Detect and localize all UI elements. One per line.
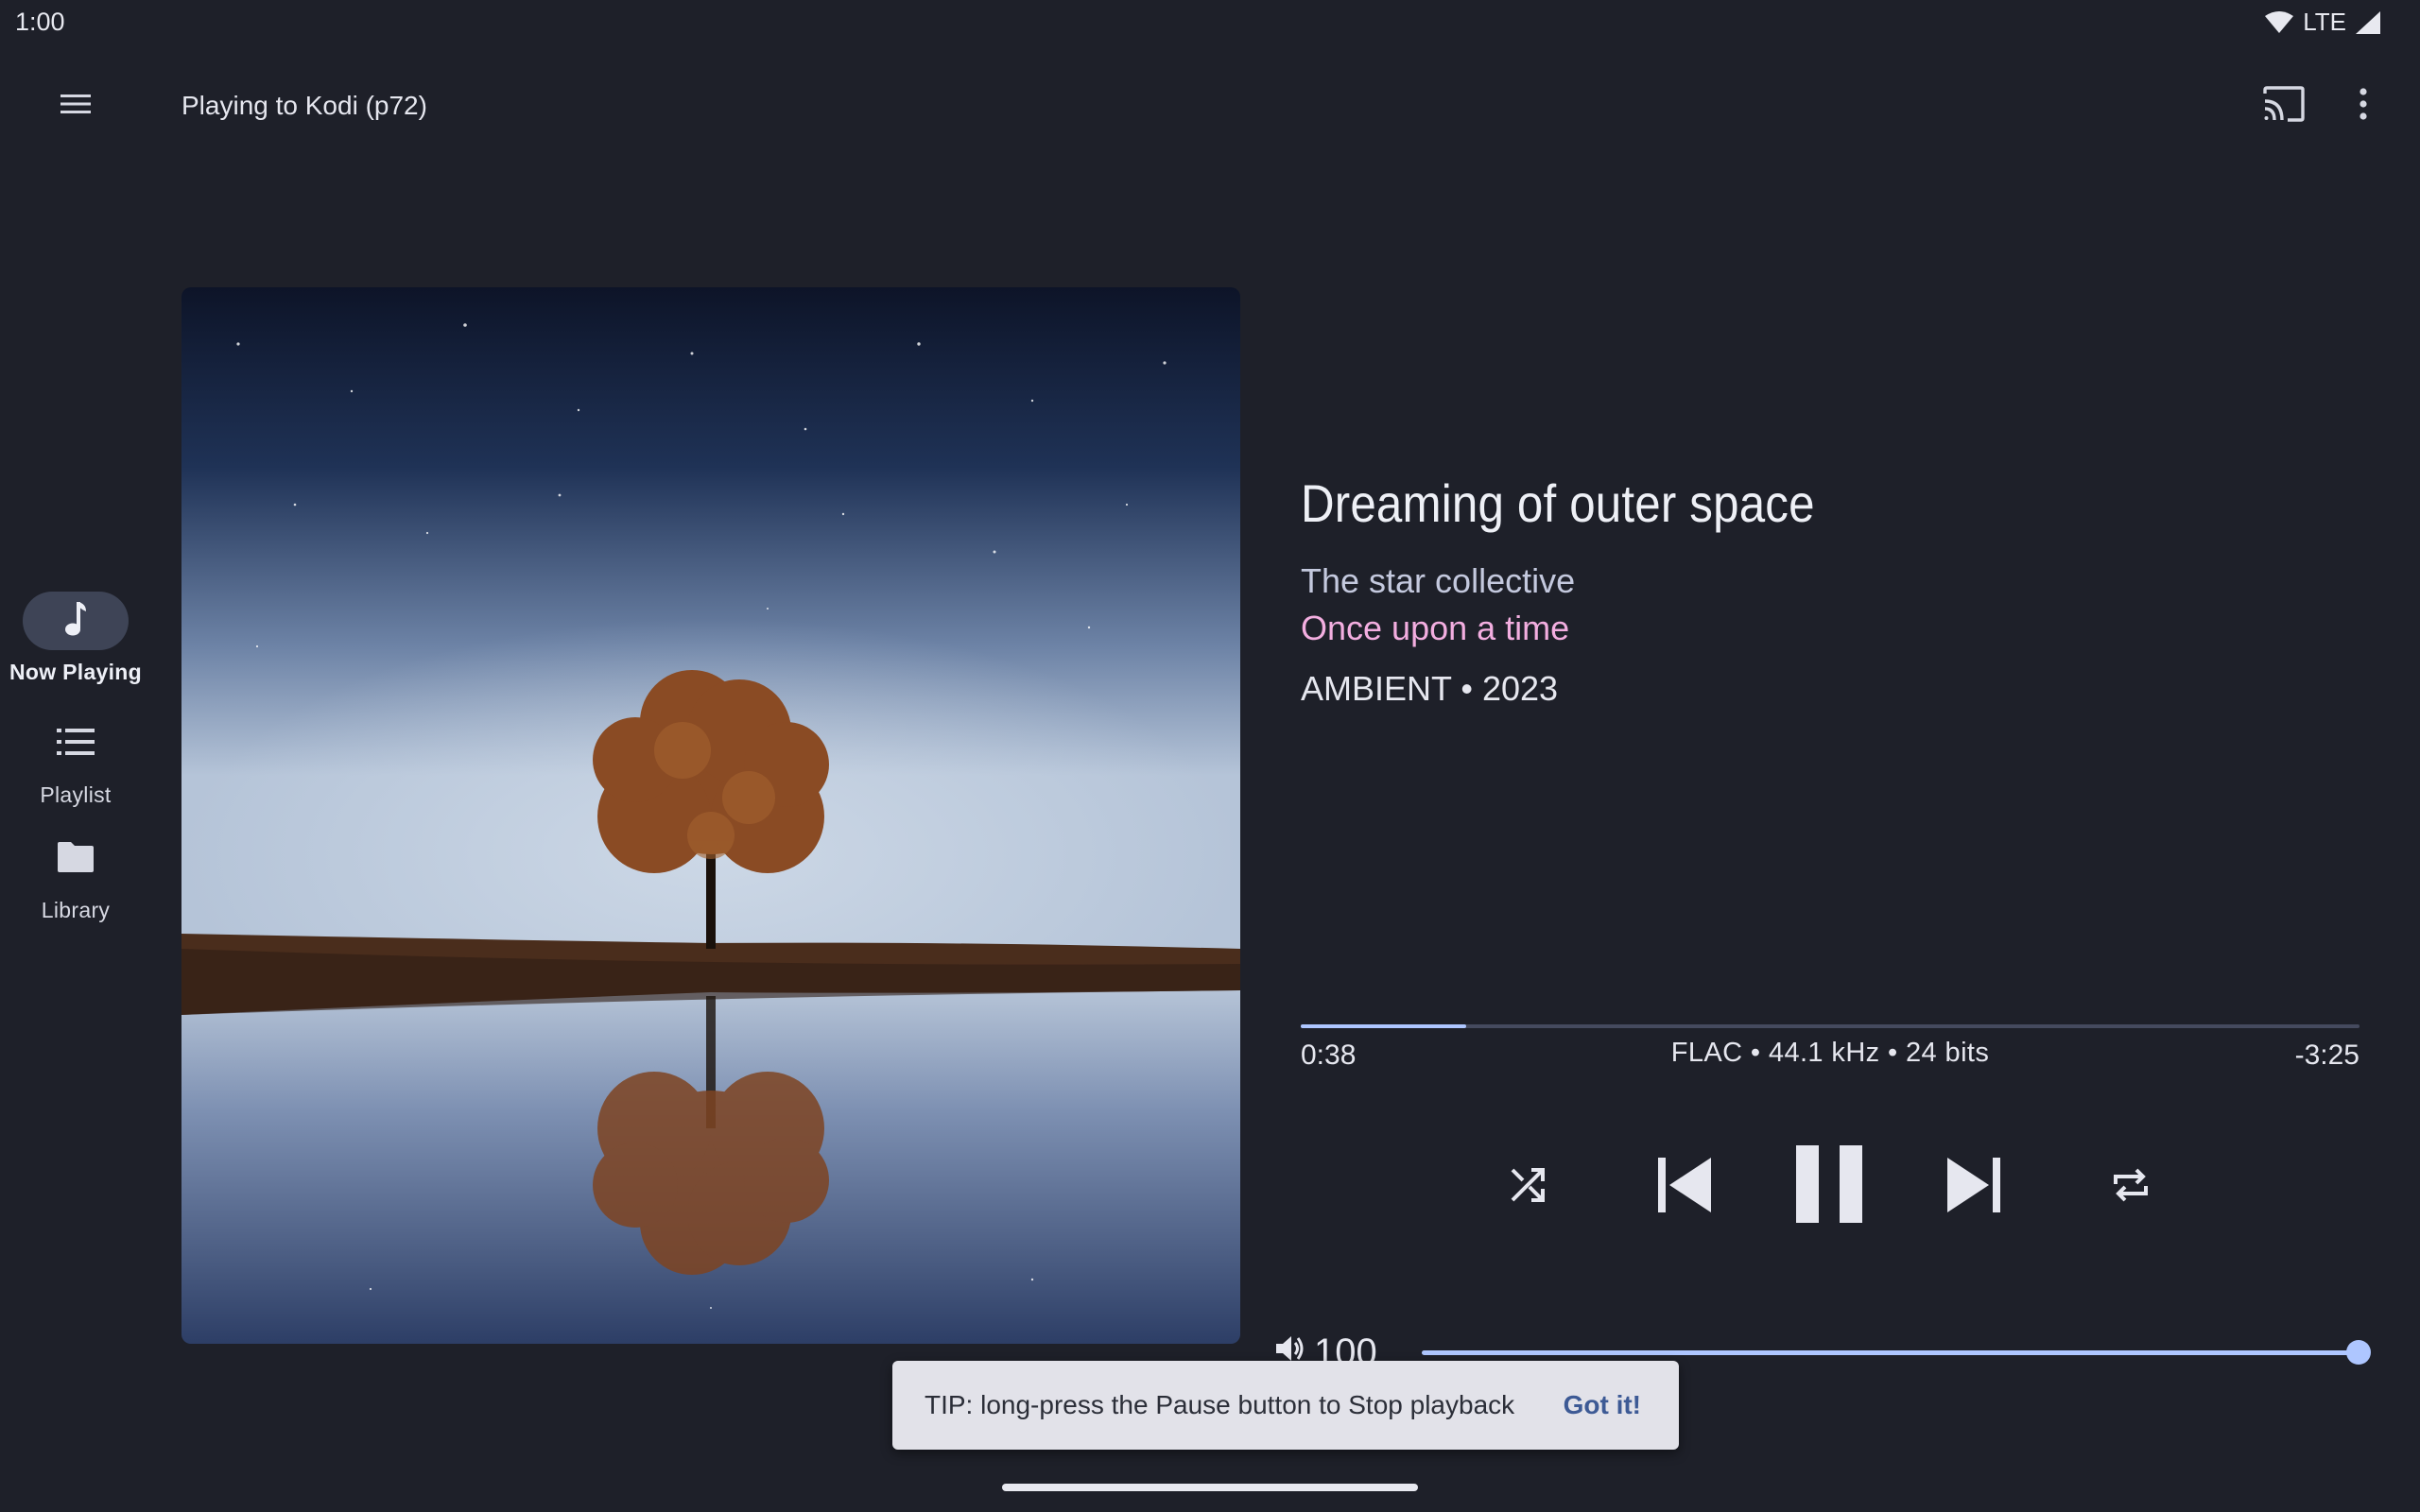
repeat-icon	[2112, 1165, 2150, 1210]
time-remaining: -3:25	[2294, 1040, 2360, 1071]
track-album[interactable]: Once upon a time	[1301, 609, 1569, 648]
track-artist[interactable]: The star collective	[1301, 561, 1575, 601]
list-icon	[57, 728, 95, 761]
track-genre-year: AMBIENT • 2023	[1301, 669, 1559, 708]
more-vert-icon	[2359, 87, 2368, 125]
nav-label-playlist: Playlist	[40, 782, 112, 807]
folder-icon	[56, 841, 95, 878]
pause-button[interactable]	[1787, 1143, 1872, 1228]
music-note-icon	[63, 600, 88, 643]
audio-format: FLAC • 44.1 kHz • 24 bits	[1670, 1038, 1990, 1068]
snackbar-action-button[interactable]: Got it!	[1564, 1390, 1641, 1420]
gesture-navigation-bar[interactable]	[1002, 1484, 1418, 1491]
nav-item-library[interactable]: Library	[0, 830, 151, 923]
nav-icon-wrap	[23, 830, 129, 888]
skip-previous-button[interactable]	[1651, 1153, 1719, 1221]
nav-item-playlist[interactable]: Playlist	[0, 714, 151, 808]
skip-next-button[interactable]	[1940, 1153, 2008, 1221]
status-icons: LTE	[2265, 8, 2380, 37]
seek-bar[interactable]	[1301, 1024, 2360, 1028]
cast-button[interactable]	[2257, 83, 2310, 129]
snackbar: TIP: long-press the Pause button to Stop…	[892, 1361, 1679, 1450]
track-title: Dreaming of outer space	[1301, 473, 1815, 533]
volume-slider[interactable]	[1422, 1350, 2360, 1355]
skip-next-icon	[1945, 1156, 2002, 1219]
nav-item-now-playing[interactable]: Now Playing	[0, 592, 151, 685]
nav-label-library: Library	[41, 898, 111, 922]
more-options-button[interactable]	[2341, 83, 2386, 129]
nav-icon-wrap	[23, 714, 129, 773]
pause-icon	[1794, 1143, 1864, 1229]
network-type: LTE	[2303, 8, 2346, 36]
skip-previous-icon	[1656, 1156, 1713, 1219]
wifi-icon	[2265, 10, 2294, 34]
shuffle-button[interactable]	[1499, 1159, 1556, 1215]
snackbar-message: TIP: long-press the Pause button to Stop…	[925, 1390, 1515, 1419]
menu-button[interactable]	[53, 83, 98, 129]
time-elapsed: 0:38	[1301, 1040, 1357, 1071]
repeat-button[interactable]	[2102, 1159, 2159, 1215]
status-time: 1:00	[15, 8, 65, 36]
nav-label-now-playing: Now Playing	[9, 660, 143, 684]
signal-icon	[2356, 10, 2380, 34]
shuffle-icon	[1509, 1166, 1547, 1209]
cast-icon	[2262, 85, 2306, 127]
album-art	[182, 287, 1240, 1344]
seek-bar-fill	[1301, 1024, 1466, 1028]
page-title: Playing to Kodi (p72)	[182, 91, 427, 120]
volume-slider-thumb[interactable]	[2346, 1340, 2371, 1365]
menu-icon	[60, 93, 92, 120]
nav-active-indicator	[23, 592, 129, 650]
